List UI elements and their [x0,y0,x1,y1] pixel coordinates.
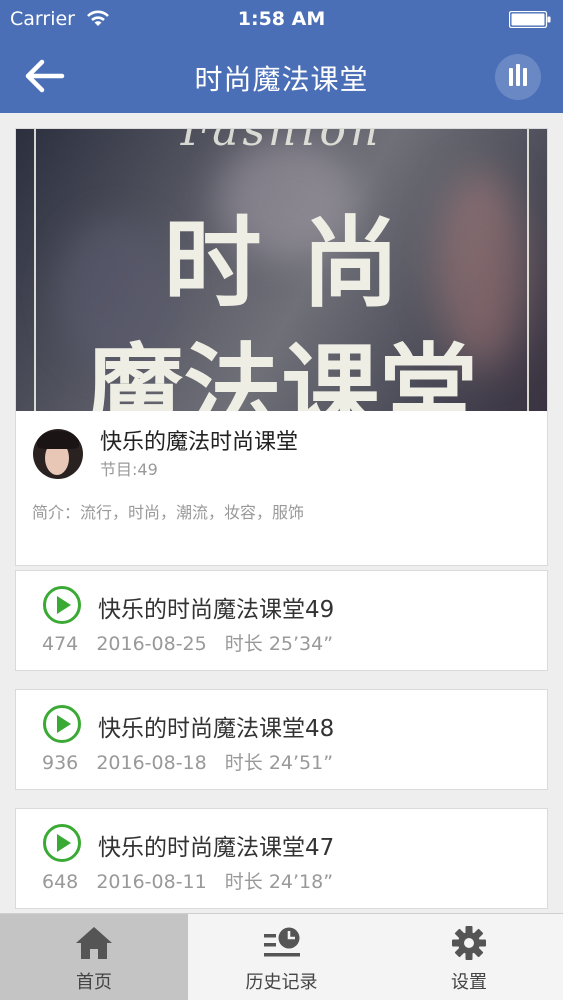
play-icon[interactable] [42,704,82,744]
episode-title: 快乐的时尚魔法课堂48 [98,716,335,742]
episode-meta: 936 2016-08-18 时长 24’51” [42,748,345,775]
avatar [33,429,83,479]
play-count: 936 [42,752,79,774]
battery-icon [509,11,551,28]
album-intro: 简介：流行，时尚，潮流，妆容，服饰 [32,503,305,522]
equalizer-icon [509,64,527,86]
episode-count: 节目:49 [100,460,158,479]
cover-top-text: Fashion [180,129,383,156]
tab-home[interactable]: 首页 [0,914,188,1000]
episode-title: 快乐的时尚魔法课堂49 [98,597,335,623]
tab-settings[interactable]: 设置 [375,914,563,1000]
episode-meta: 474 2016-08-25 时长 25’34” [42,629,345,656]
page-title: 时尚魔法课堂 [194,63,369,96]
play-count: 648 [42,871,79,893]
top-bar: Carrier 1:58 AM 时尚魔法课堂 [0,0,563,113]
play-count: 474 [42,633,79,655]
tab-label: 设置 [451,972,487,993]
play-icon[interactable] [42,823,82,863]
tab-label: 首页 [76,972,112,993]
tab-history[interactable]: 历史记录 [188,914,375,1000]
status-time: 1:58 AM [237,8,326,30]
episode-item[interactable]: 快乐的时尚魔法课堂47 648 2016-08-11 时长 24’18” [15,808,548,909]
album-title: 快乐的魔法时尚课堂 [100,430,299,455]
main-content[interactable]: Fashion 时尚 魔法课堂 快乐的魔法时尚课堂 节目:49 简介：流行，时尚… [0,113,563,913]
gear-icon [452,926,486,960]
history-icon [263,927,300,957]
episode-duration: 时长 24’51” [224,752,334,774]
play-icon[interactable] [42,585,82,625]
episode-item[interactable]: 快乐的时尚魔法课堂49 474 2016-08-25 时长 25’34” [15,570,548,671]
cover-title-line2: 魔法课堂 [85,334,478,411]
tab-bar: 首页 历史记录 设置 [0,913,563,1000]
episode-duration: 时长 24’18” [224,871,334,893]
episode-duration: 时长 25’34” [224,633,334,655]
album-card: Fashion 时尚 魔法课堂 快乐的魔法时尚课堂 节目:49 简介：流行，时尚… [15,128,548,566]
nav-bar: 时尚魔法课堂 [0,40,563,113]
status-bar: Carrier 1:58 AM [0,0,563,40]
episode-meta: 648 2016-08-11 时长 24’18” [42,867,345,894]
album-cover: Fashion 时尚 魔法课堂 [16,129,547,411]
episode-date: 2016-08-18 [96,752,207,774]
episode-item[interactable]: 快乐的时尚魔法课堂48 936 2016-08-18 时长 24’51” [15,689,548,790]
episode-date: 2016-08-11 [96,871,207,893]
episode-date: 2016-08-25 [96,633,207,655]
episode-title: 快乐的时尚魔法课堂47 [98,835,335,861]
now-playing-button[interactable] [495,54,541,100]
home-icon [76,927,112,959]
cover-title-line1: 时尚 [163,207,440,321]
tab-label: 历史记录 [245,972,318,993]
